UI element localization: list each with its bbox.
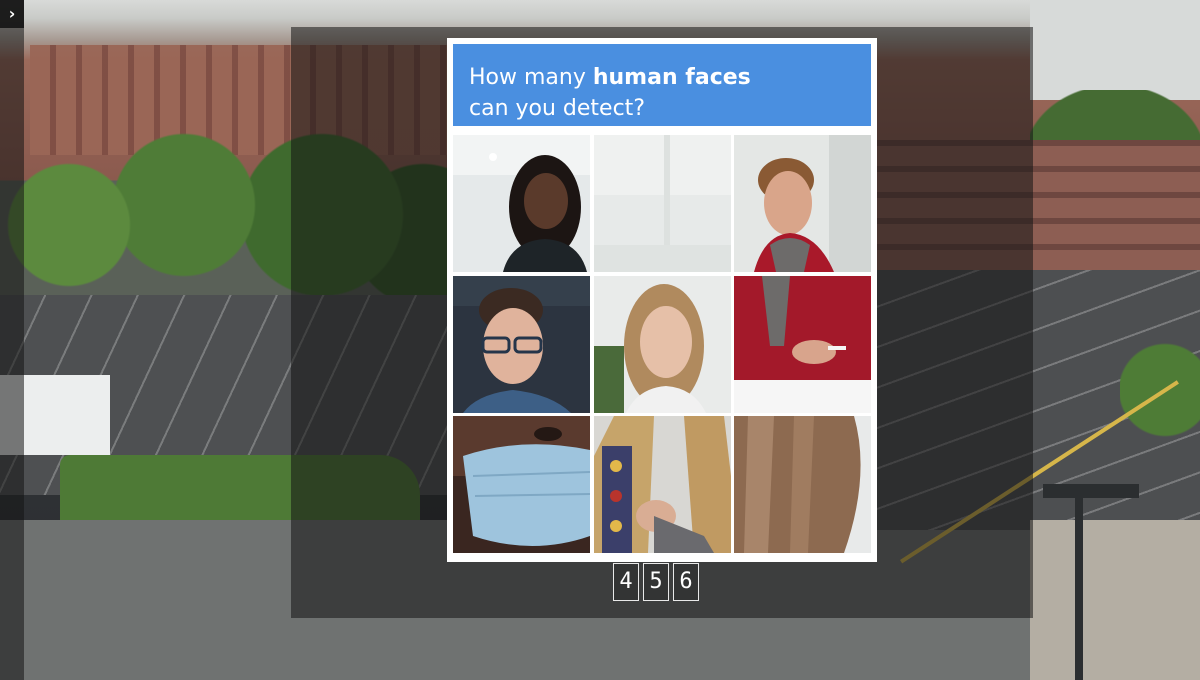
man-glasses-image bbox=[453, 275, 590, 413]
empty-office-tile[interactable] bbox=[593, 135, 731, 272]
webcam-background: › How many human faces can you detect? 4… bbox=[0, 0, 1200, 680]
hair-back-of-head-tile[interactable] bbox=[734, 416, 871, 553]
side-panel-toggle-button[interactable]: › bbox=[0, 0, 24, 28]
answer-option-6[interactable]: 6 bbox=[673, 563, 699, 601]
answer-options: 4 5 6 bbox=[613, 563, 699, 601]
man-red-sweater-lower-image bbox=[734, 275, 871, 413]
hair-back-of-head-image bbox=[734, 416, 871, 553]
empty-office-image bbox=[593, 135, 731, 272]
captcha-card: How many human faces can you detect? bbox=[447, 38, 877, 562]
answer-option-4[interactable]: 4 bbox=[613, 563, 639, 601]
masked-person-tile[interactable] bbox=[453, 416, 590, 553]
answer-option-5[interactable]: 5 bbox=[643, 563, 669, 601]
woman-blonde-image bbox=[593, 275, 731, 413]
background-sidewalk bbox=[1030, 520, 1200, 680]
woman-portrait-image bbox=[453, 135, 590, 272]
prompt-emphasis: human faces bbox=[592, 65, 751, 90]
woman-blonde-tile[interactable] bbox=[593, 275, 731, 413]
background-lamp-head bbox=[1043, 484, 1139, 498]
background-sky bbox=[1030, 0, 1200, 100]
man-glasses-tile[interactable] bbox=[453, 275, 590, 413]
man-red-sweater-lower-tile[interactable] bbox=[734, 275, 871, 413]
background-lamp-pole bbox=[1075, 490, 1083, 680]
man-red-sweater-tile[interactable] bbox=[734, 135, 871, 272]
side-panel-strip bbox=[0, 0, 24, 680]
woman-patterned-shirt-tile[interactable] bbox=[593, 416, 731, 553]
woman-patterned-shirt-image bbox=[593, 416, 731, 553]
chevron-right-icon: › bbox=[8, 4, 16, 23]
man-red-sweater-image bbox=[734, 135, 871, 272]
woman-portrait-tile[interactable] bbox=[453, 135, 590, 272]
captcha-prompt: How many human faces can you detect? bbox=[453, 44, 871, 126]
captcha-image-grid bbox=[453, 135, 871, 555]
prompt-text: How many bbox=[469, 65, 593, 90]
prompt-text-line2: can you detect? bbox=[469, 96, 645, 121]
masked-person-image bbox=[453, 416, 590, 553]
